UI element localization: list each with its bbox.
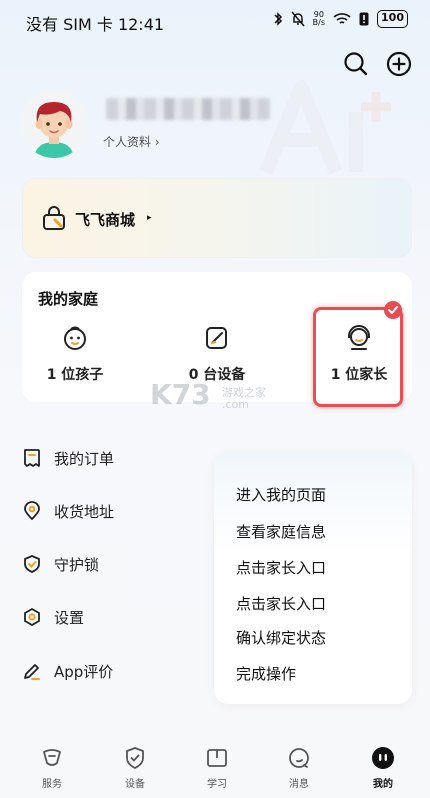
step-item: 点击家长入口 xyxy=(236,595,327,613)
menu-item-orders[interactable]: 我的订单 xyxy=(22,443,114,473)
menu-item-settings[interactable]: 设置 xyxy=(22,602,84,632)
nav-label: 我的 xyxy=(373,779,393,790)
family-item-children[interactable]: 1 位孩子 xyxy=(20,324,130,384)
highlight-box xyxy=(313,307,403,407)
step-item: 完成操作 xyxy=(236,665,297,683)
watermark-domain: .com xyxy=(222,398,249,411)
menu-item-address[interactable]: 收货地址 xyxy=(22,496,114,526)
nav-tab-device[interactable]: 设备 xyxy=(105,746,165,790)
message-icon xyxy=(289,748,309,768)
nav-label: 学习 xyxy=(207,779,227,790)
battery-indicator: 100 xyxy=(377,10,408,28)
device-icon xyxy=(126,747,144,769)
nav-tab-me[interactable]: 我的 xyxy=(353,746,413,790)
avatar[interactable] xyxy=(20,90,88,158)
nav-label: 服务 xyxy=(42,779,62,790)
settings-icon xyxy=(24,608,40,626)
mall-card[interactable]: 飞飞商城 ▸ xyxy=(22,178,412,258)
net-speed-unit: B/s xyxy=(312,18,326,27)
location-icon xyxy=(24,501,40,521)
net-speed: 90 B/s xyxy=(313,11,325,27)
profile-link[interactable]: 个人资料 › xyxy=(103,133,160,150)
mute-bell-icon xyxy=(291,11,305,27)
study-icon xyxy=(207,749,227,767)
step-item: 进入我的页面 xyxy=(236,486,327,504)
device-edit-icon xyxy=(206,327,227,349)
pen-icon xyxy=(24,664,40,680)
wifi-icon xyxy=(333,13,351,24)
step-item: 确认绑定状态 xyxy=(236,629,327,647)
nav-tab-study[interactable]: 学习 xyxy=(187,746,247,790)
steps-panel: 进入我的页面 查看家庭信息 点击家长入口 点击家长入口 确认绑定状态 完成操作 xyxy=(214,452,412,704)
nav-tab-message[interactable]: 消息 xyxy=(269,746,329,790)
status-bar: 没有 SIM 卡 12:41 90 B/s 100 xyxy=(0,0,430,40)
order-icon xyxy=(24,449,40,467)
status-carrier-time: 没有 SIM 卡 12:41 xyxy=(26,15,165,34)
child-avatar-icon xyxy=(20,90,88,158)
nav-label: 消息 xyxy=(289,779,309,790)
menu-item-app-review[interactable]: App评价 xyxy=(22,656,113,686)
menu-item-label: 守护锁 xyxy=(54,555,100,574)
me-icon xyxy=(372,747,394,769)
menu-item-label: 收货地址 xyxy=(54,502,115,521)
service-icon xyxy=(43,749,61,766)
family-title: 我的家庭 xyxy=(38,290,99,308)
username-blurred xyxy=(106,98,270,120)
check-badge-icon xyxy=(384,301,402,319)
mall-caret-icon: ▸ xyxy=(147,213,152,223)
family-item-devices[interactable]: 0 台设备 xyxy=(162,324,272,384)
mall-label: 飞飞商城 xyxy=(75,211,136,229)
menu-item-label: 我的订单 xyxy=(54,449,115,468)
bluetooth-icon xyxy=(274,12,282,26)
k73-watermark: K73 游戏之家 .com xyxy=(150,378,290,416)
menu-item-label: App评价 xyxy=(54,662,114,681)
child-face-icon xyxy=(64,326,86,350)
ai-watermark-graphic xyxy=(259,80,391,175)
sim-alert-icon xyxy=(359,12,369,26)
status-icons: 90 B/s 100 xyxy=(273,10,408,28)
nav-tab-service[interactable]: 服务 xyxy=(22,746,82,790)
menu-item-label: 设置 xyxy=(54,608,85,627)
shopping-bag-icon xyxy=(43,206,65,230)
menu-item-guard-lock[interactable]: 守护锁 xyxy=(22,549,99,579)
step-item: 点击家长入口 xyxy=(236,559,327,577)
family-item-label: 1 位孩子 xyxy=(46,367,104,383)
bottom-nav: 服务 设备 学习 消息 我的 xyxy=(0,740,430,798)
nav-label: 设备 xyxy=(125,779,145,790)
shield-lock-icon xyxy=(24,555,40,573)
step-item: 查看家庭信息 xyxy=(236,523,327,541)
watermark-brand: K73 xyxy=(150,378,211,411)
